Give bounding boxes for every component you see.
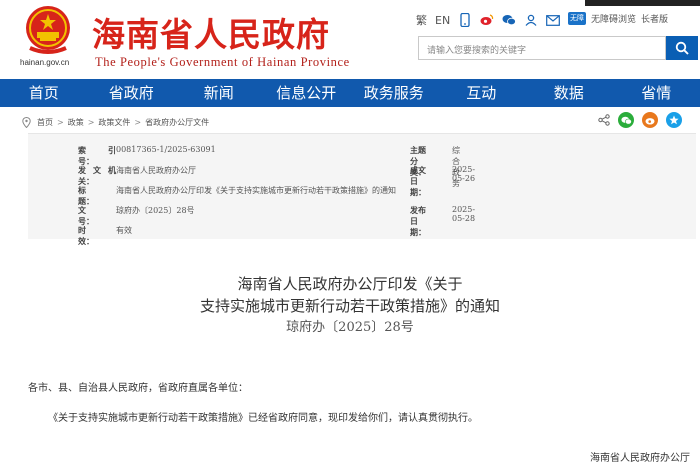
accessibility-icon[interactable]: 无障碍 [568,12,586,35]
meta-value-issuer: 海南省人民政府办公厅 [116,166,196,175]
header-toolbar: 繁 EN [416,12,561,28]
share-icon[interactable] [598,114,610,126]
breadcrumb-home[interactable]: 首页 [37,117,53,128]
nav-item-government-services[interactable]: 政务服务 [350,79,438,107]
national-emblem-icon[interactable] [20,4,76,56]
meta-label-published-date: 发布日期： [410,205,426,237]
breadcrumb: 首页 > 政策 > 政策文件 > 省政府办公厅文件 [22,116,209,128]
search-icon [675,41,689,55]
site-subtitle: The People's Government of Hainan Provin… [95,55,350,69]
user-icon[interactable] [524,13,538,27]
article-signature: 海南省人民政府办公厅 [590,453,690,464]
english-link[interactable]: EN [435,14,450,27]
nav-item-provincial-government[interactable]: 省政府 [88,79,176,107]
meta-label-issuer: 发文机关： [78,165,116,186]
site-domain: hainan.gov.cn [20,58,70,67]
meta-label-validity: 时 效： [78,225,102,246]
mobile-icon[interactable] [458,13,472,27]
site-header: hainan.gov.cn 海南省人民政府 The People's Gover… [0,0,700,78]
article-body: 《关于支持实施城市更新行动若干政策措施》已经省政府同意，现印发给你们，请认真贯彻… [48,413,478,424]
meta-label-doc-number: 文 号： [78,205,102,226]
search-input[interactable]: 请输入您要搜索的关键字 [418,36,666,60]
nav-item-home[interactable]: 首页 [0,79,88,107]
meta-label-title: 标 题： [78,185,102,206]
top-strip-decoration [585,0,700,6]
nav-item-interaction[interactable]: 互动 [438,79,526,107]
mail-icon[interactable] [546,13,561,27]
article-title-line-2: 支持实施城市更新行动若干政策措施》的通知 [199,297,500,315]
weibo-share-icon[interactable] [642,112,658,128]
meta-value-index: 00817365-1/2025-63091 [116,145,216,154]
weibo-icon[interactable] [480,13,494,27]
meta-value-published-date: 2025-05-28 [452,205,476,223]
document-meta: 索 引 号： 00817365-1/2025-63091 主题分类： 综合政务 … [28,133,696,246]
accessible-browse-link[interactable]: 无障碍浏览 [591,12,636,25]
breadcrumb-separator: > [57,117,64,127]
nav-item-news[interactable]: 新闻 [175,79,263,107]
breadcrumb-separator: > [87,117,95,127]
wechat-icon[interactable] [502,13,517,27]
article-doc-number: 琼府办〔2025〕28号 [286,320,414,335]
location-pin-icon [22,116,31,128]
site-title[interactable]: 海南省人民政府 [92,8,330,56]
meta-label-index: 索 引 号： [78,145,124,166]
breadcrumb-office-documents[interactable]: 省政府办公厅文件 [145,117,209,128]
nav-item-information-disclosure[interactable]: 信息公开 [263,79,351,107]
main-nav: 首页 省政府 新闻 信息公开 政务服务 互动 数据 省情 [0,79,700,107]
elderly-version-link[interactable]: 长者版 [641,12,668,25]
breadcrumb-policy-documents[interactable]: 政策文件 [98,117,130,128]
search-button[interactable] [666,36,698,60]
wechat-share-icon[interactable] [618,112,634,128]
article-addressee: 各市、县、自治县人民政府，省政府直属各单位： [28,383,248,394]
breadcrumb-policy[interactable]: 政策 [68,117,84,128]
article-title-line-1: 海南省人民政府办公厅印发《关于 [237,275,463,293]
meta-value-doc-number: 琼府办〔2025〕28号 [116,206,195,215]
meta-value-title: 海南省人民政府办公厅印发《关于支持实施城市更新行动若干政策措施》的通知 [116,186,396,195]
accessibility-links: 无障碍 无障碍浏览 长者版 [568,12,668,35]
breadcrumb-separator: > [134,117,142,127]
share-bar [598,112,682,128]
nav-item-province-overview[interactable]: 省情 [613,79,700,107]
traditional-chinese-link[interactable]: 繁 [416,12,427,28]
meta-label-created-date: 成文日期： [410,165,426,197]
nav-item-data[interactable]: 数据 [525,79,613,107]
meta-value-validity: 有效 [116,226,132,235]
meta-value-created-date: 2025-05-26 [452,165,476,183]
qq-share-icon[interactable] [666,112,682,128]
